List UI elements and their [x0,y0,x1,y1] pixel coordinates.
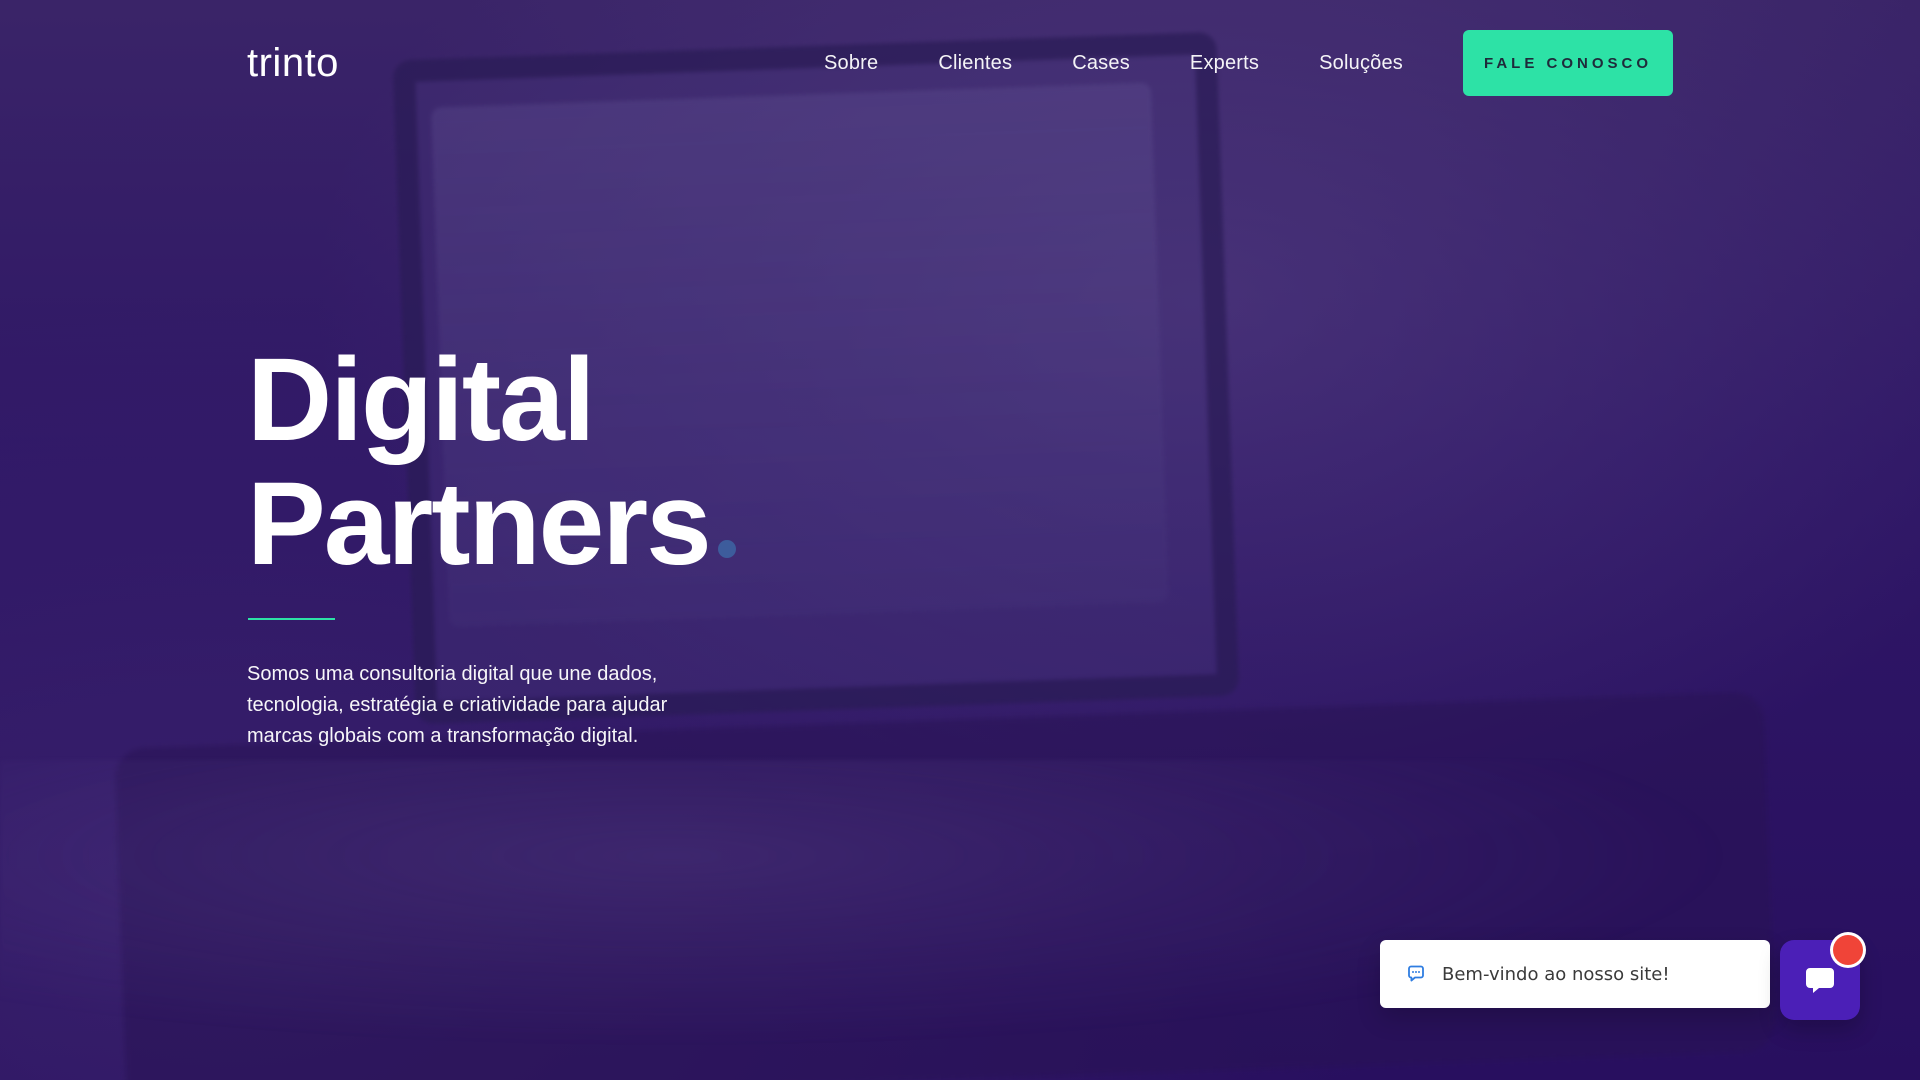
nav-item-sobre[interactable]: Sobre [824,52,878,75]
chat-welcome-text: Bem-vindo ao nosso site! [1442,963,1670,985]
hero-title-line-2-wrapper: Partners [247,462,736,586]
top-navigation: trinto Sobre Clientes Cases Experts Solu… [247,30,1673,96]
logo[interactable]: trinto [247,43,339,83]
notification-badge [1833,935,1863,965]
fale-conosco-button[interactable]: FALE CONOSCO [1463,30,1673,96]
hero-title-line-2: Partners [247,458,712,590]
hero-description: Somos uma consultoria digital que une da… [247,663,668,747]
nav-item-solucoes[interactable]: Soluções [1319,52,1403,75]
hero-title-line-1: Digital [247,334,596,466]
main-nav: Sobre Clientes Cases Experts Soluções [824,30,1403,96]
chat-welcome-bubble[interactable]: Bem-vindo ao nosso site! [1380,940,1770,1008]
chat-icon [1800,958,1840,1003]
nav-item-cases[interactable]: Cases [1072,52,1130,75]
hero-divider [248,618,335,620]
nav-item-experts[interactable]: Experts [1190,52,1259,75]
hero-section: trinto Sobre Clientes Cases Experts Solu… [0,0,1920,1080]
accent-dot [717,540,736,558]
background-bottom-glow [0,760,1920,1080]
chat-bubble-icon [1404,962,1428,986]
nav-item-clientes[interactable]: Clientes [938,52,1012,75]
hero-title: Digital Partners [247,338,736,586]
